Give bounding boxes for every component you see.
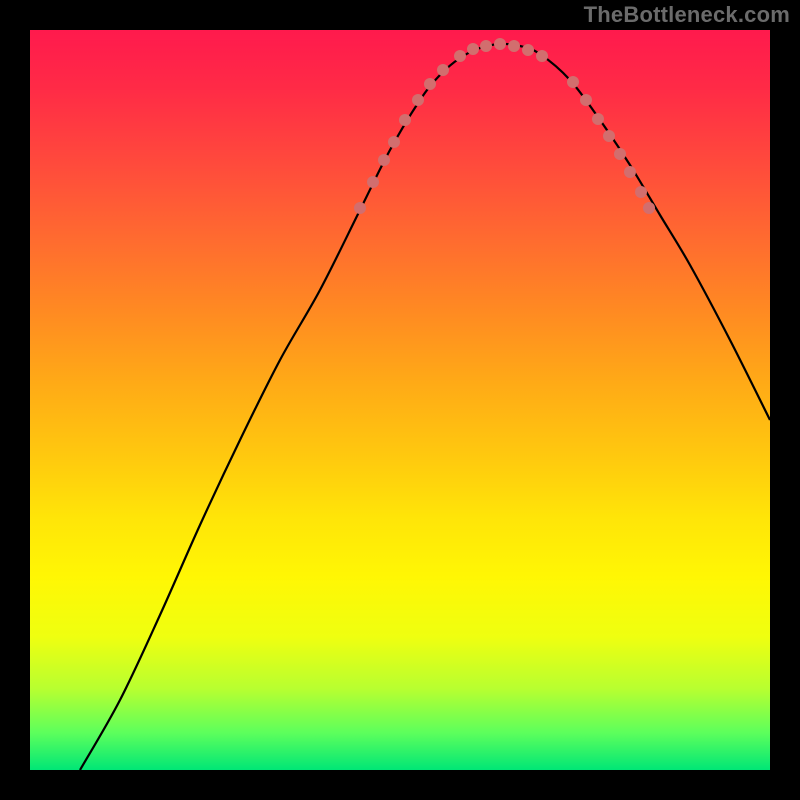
marker-dot xyxy=(388,136,400,148)
curve-path xyxy=(80,44,770,770)
marker-dot xyxy=(354,202,366,214)
marker-dot xyxy=(643,202,655,214)
marker-group xyxy=(354,38,655,214)
marker-dot xyxy=(378,154,390,166)
marker-dot xyxy=(467,43,479,55)
marker-dot xyxy=(614,148,626,160)
chart-overlay xyxy=(30,30,770,770)
marker-dot xyxy=(494,38,506,50)
marker-dot xyxy=(437,64,449,76)
marker-dot xyxy=(567,76,579,88)
marker-dot xyxy=(454,50,466,62)
watermark-text: TheBottleneck.com xyxy=(584,2,790,28)
marker-dot xyxy=(424,78,436,90)
chart-frame: TheBottleneck.com xyxy=(0,0,800,800)
plot-area xyxy=(30,30,770,770)
marker-dot xyxy=(536,50,548,62)
marker-dot xyxy=(508,40,520,52)
marker-dot xyxy=(592,113,604,125)
marker-dot xyxy=(580,94,592,106)
marker-dot xyxy=(603,130,615,142)
marker-dot xyxy=(522,44,534,56)
marker-dot xyxy=(367,176,379,188)
marker-dot xyxy=(412,94,424,106)
marker-dot xyxy=(480,40,492,52)
marker-dot xyxy=(635,186,647,198)
marker-dot xyxy=(399,114,411,126)
marker-dot xyxy=(624,166,636,178)
